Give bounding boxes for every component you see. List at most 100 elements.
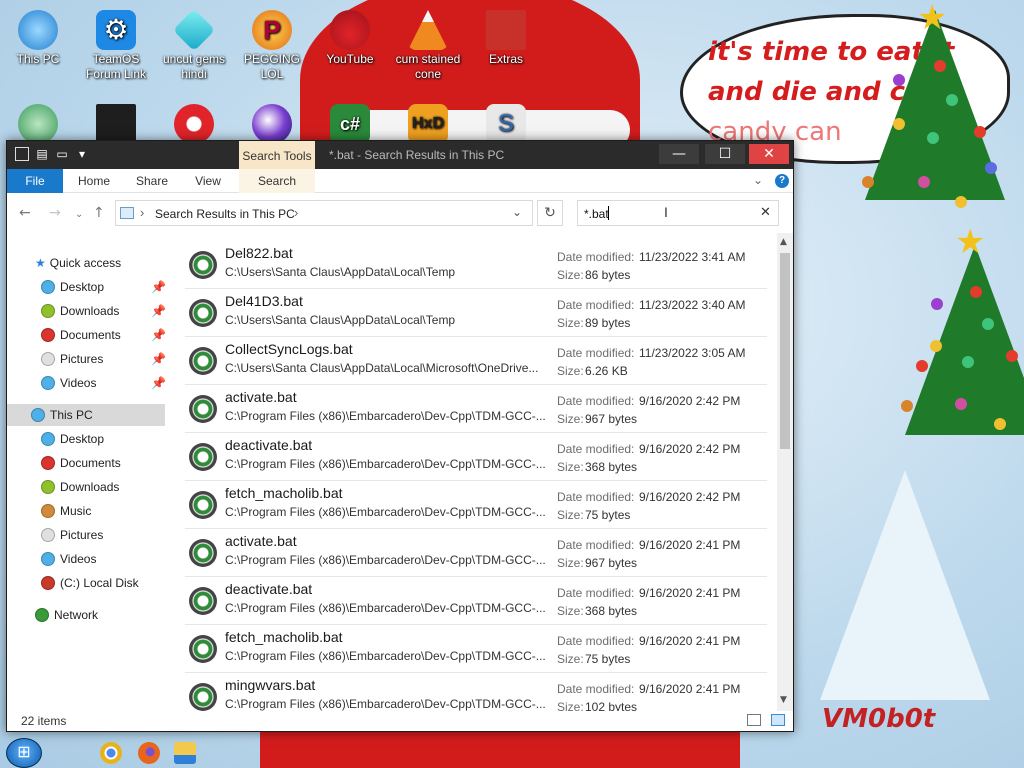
tab-share[interactable]: Share [127, 169, 177, 193]
start-button[interactable]: ⊞ [6, 738, 42, 768]
pin-icon[interactable]: 📌 [151, 328, 166, 342]
file-explorer-icon[interactable] [174, 742, 196, 764]
list-item[interactable]: Del822.bat C:\Users\Santa Claus\AppData\… [185, 241, 767, 289]
list-item[interactable]: mingwvars.bat C:\Program Files (x86)\Emb… [185, 673, 767, 711]
sidebar-item-desktop[interactable]: Desktop [41, 276, 104, 298]
new-folder-icon[interactable]: ▭ [55, 147, 69, 161]
desktop-icon-label: uncut gems hindi [162, 52, 226, 81]
tab-view[interactable]: View [183, 169, 233, 193]
recent-locations-button[interactable]: ⌄ [75, 207, 83, 223]
sidebar-item-local-disk[interactable]: (C:) Local Disk [41, 572, 139, 594]
vertical-scrollbar[interactable]: ▲ ▼ [777, 233, 793, 711]
list-item[interactable]: CollectSyncLogs.bat C:\Users\Santa Claus… [185, 337, 767, 385]
breadcrumb-separator-icon[interactable]: › [140, 205, 144, 220]
batch-file-icon [189, 491, 217, 519]
sidebar-item-quick-access[interactable]: ★ Quick access [35, 252, 121, 274]
list-item[interactable]: fetch_macholib.bat C:\Program Files (x86… [185, 625, 767, 673]
file-path: C:\Program Files (x86)\Embarcadero\Dev-C… [225, 553, 545, 567]
sidebar-item-videos[interactable]: Videos [41, 548, 96, 570]
ornament [893, 74, 905, 86]
downloads-icon [41, 304, 55, 318]
peggle-logo-icon: P [252, 10, 292, 50]
quick-access-dropdown-icon[interactable]: ▾ [75, 147, 89, 161]
details-view-icon[interactable] [747, 714, 761, 726]
sidebar-item-pictures[interactable]: Pictures [41, 348, 103, 370]
csharp-icon: c# [330, 104, 370, 144]
diamond-icon [172, 8, 216, 52]
pin-icon[interactable]: 📌 [151, 376, 166, 390]
tiles-view-icon[interactable] [771, 714, 785, 726]
desktop-icon-pegging[interactable]: P PEGGING LOL [234, 10, 310, 82]
refresh-button[interactable]: ↻ [537, 200, 563, 226]
address-dropdown-icon[interactable]: ⌄ [512, 205, 522, 219]
ornament [955, 196, 967, 208]
item-count: 22 items [21, 714, 67, 728]
list-item[interactable]: deactivate.bat C:\Program Files (x86)\Em… [185, 577, 767, 625]
forward-button[interactable]: → [49, 205, 61, 221]
tab-home[interactable]: Home [69, 169, 119, 193]
sidebar-item-desktop[interactable]: Desktop [41, 428, 104, 450]
sidebar-item-music[interactable]: Music [41, 500, 91, 522]
title-bar[interactable]: ▤ ▭ ▾ Search Tools *.bat - Search Result… [7, 141, 793, 169]
maximize-button[interactable]: ☐ [705, 144, 745, 164]
sidebar-item-network[interactable]: Network [35, 604, 98, 626]
scrollbar-thumb[interactable] [780, 253, 790, 449]
list-item[interactable]: deactivate.bat C:\Program Files (x86)\Em… [185, 433, 767, 481]
list-item[interactable]: activate.bat C:\Program Files (x86)\Emba… [185, 529, 767, 577]
date-modified-value: 9/16/2020 2:41 PM [639, 682, 741, 696]
sidebar-item-pictures[interactable]: Pictures [41, 524, 103, 546]
star-icon: ★ [35, 256, 46, 270]
file-path: C:\Program Files (x86)\Embarcadero\Dev-C… [225, 601, 545, 615]
sidebar-item-documents[interactable]: Documents [41, 452, 121, 474]
minimize-button[interactable]: — [659, 144, 699, 164]
search-input[interactable]: *.bat I ✕ [577, 200, 779, 226]
address-bar[interactable]: › Search Results in This PC › ⌄ [115, 200, 533, 226]
size-label: Size: [557, 268, 584, 282]
breadcrumb-separator-icon[interactable]: › [294, 205, 298, 220]
desktop-icon-cone[interactable]: cum stained cone [390, 10, 466, 82]
expand-ribbon-icon[interactable]: ⌄ [753, 173, 763, 187]
desktop-icon-uncut-gems[interactable]: uncut gems hindi [156, 8, 232, 82]
sidebar-item-documents[interactable]: Documents [41, 324, 121, 346]
windows-logo-icon: ⊞ [17, 744, 31, 761]
properties-icon[interactable]: ▤ [35, 147, 49, 161]
sidebar-item-downloads[interactable]: Downloads [41, 476, 119, 498]
sidebar-item-downloads[interactable]: Downloads [41, 300, 119, 322]
desktop-icon-teamos[interactable]: ⚙ TeamOS Forum Link [78, 10, 154, 82]
batch-file-icon [189, 539, 217, 567]
pin-icon[interactable]: 📌 [151, 304, 166, 318]
size-value: 86 bytes [585, 268, 631, 282]
list-item[interactable]: Del41D3.bat C:\Users\Santa Claus\AppData… [185, 289, 767, 337]
pin-icon[interactable]: 📌 [151, 280, 166, 294]
list-item[interactable]: activate.bat C:\Program Files (x86)\Emba… [185, 385, 767, 433]
breadcrumb[interactable]: Search Results in This PC [155, 207, 295, 221]
desktop-icon-youtube[interactable]: YouTube [312, 10, 388, 67]
hex-editor-icon: HxD [408, 104, 448, 144]
firefox-icon[interactable] [138, 742, 160, 764]
sidebar-item-videos[interactable]: Videos [41, 372, 96, 394]
file-path: C:\Program Files (x86)\Embarcadero\Dev-C… [225, 505, 545, 519]
search-tools-context-tab: Search Tools [239, 141, 315, 169]
chrome-icon[interactable] [100, 742, 122, 764]
clear-search-icon[interactable]: ✕ [760, 205, 771, 220]
date-modified-value: 9/16/2020 2:42 PM [639, 394, 741, 408]
sidebar-item-label: Videos [60, 376, 97, 390]
date-modified-value: 11/23/2022 3:05 AM [639, 346, 746, 360]
list-item[interactable]: fetch_macholib.bat C:\Program Files (x86… [185, 481, 767, 529]
desktop-icon-extras[interactable]: Extras [468, 10, 544, 67]
scroll-down-icon[interactable]: ▼ [780, 695, 787, 705]
sidebar-item-label: Quick access [49, 256, 122, 270]
tab-search[interactable]: Search [239, 169, 315, 193]
help-icon[interactable]: ? [775, 174, 789, 188]
date-modified-value: 9/16/2020 2:42 PM [639, 490, 741, 504]
back-button[interactable]: ← [19, 205, 31, 221]
scroll-up-icon[interactable]: ▲ [780, 237, 787, 247]
date-modified-label: Date modified: [557, 586, 635, 600]
pin-icon[interactable]: 📌 [151, 352, 166, 366]
snowy-tree [820, 470, 990, 700]
desktop-icon-this-pc[interactable]: This PC [0, 10, 76, 67]
tab-file[interactable]: File [7, 169, 63, 193]
up-button[interactable]: ↑ [93, 205, 105, 221]
close-button[interactable]: ✕ [749, 144, 789, 164]
sidebar-item-this-pc[interactable]: This PC [7, 404, 165, 426]
